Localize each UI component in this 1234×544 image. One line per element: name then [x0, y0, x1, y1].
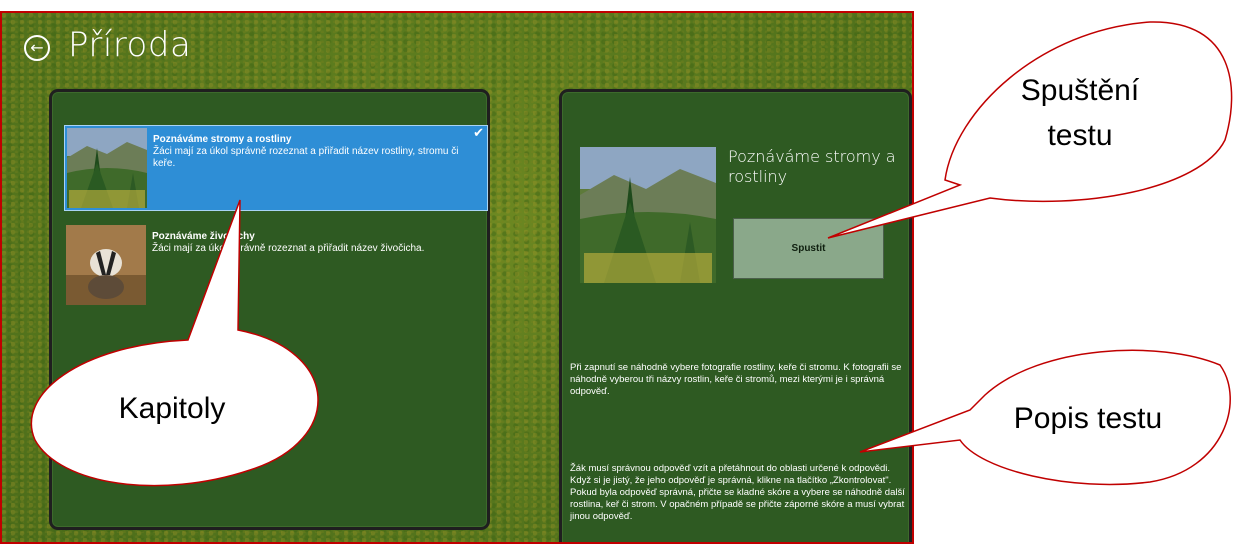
- chapter-title: Poznáváme živočichy: [152, 231, 255, 242]
- chapter-item-animals[interactable]: Poznáváme živočichy Žáci mají za úkol sp…: [64, 223, 488, 309]
- back-arrow-icon[interactable]: ←: [24, 35, 50, 61]
- checkmark-icon: ✔: [473, 126, 484, 141]
- callout-label: Spuštění: [1021, 74, 1140, 107]
- test-description-intro: Při zapnutí se náhodně vybere fotografie…: [570, 362, 902, 397]
- chapter-item-plants[interactable]: Poznáváme stromy a rostliny Žáci mají za…: [64, 125, 488, 211]
- page-title: Příroda: [68, 25, 192, 65]
- forest-image: [580, 147, 716, 283]
- chapter-list-panel: Poznáváme stromy a rostliny Žáci mají za…: [49, 89, 490, 530]
- detail-panel: Poznáváme stromy a rostliny Spustit Při …: [559, 89, 912, 542]
- rules-line: Když si je jistý, že jeho odpověď je spr…: [570, 475, 905, 522]
- callout-label: Popis testu: [1014, 402, 1162, 435]
- forest-image: [67, 128, 147, 208]
- screenshot-stage: ← Příroda Poznáváme stromy a rostliny Žá…: [0, 0, 1234, 544]
- rules-line: Žák musí správnou odpověď vzít a přetáhn…: [570, 463, 891, 474]
- callout-label: testu: [1047, 119, 1112, 152]
- start-button[interactable]: Spustit: [733, 218, 884, 279]
- detail-title: Poznáváme stromy a rostliny: [728, 147, 896, 186]
- chapter-title: Poznáváme stromy a rostliny: [153, 134, 292, 145]
- test-description-rules: Žák musí správnou odpověď vzít a přetáhn…: [570, 463, 910, 523]
- chapter-description: Žáci mají za úkol správně rozeznat a při…: [153, 146, 459, 169]
- callout-popis: Popis testu: [859, 349, 1231, 486]
- app-window: ← Příroda Poznáváme stromy a rostliny Žá…: [0, 11, 914, 544]
- badger-image: [66, 225, 146, 305]
- chapter-description: Žáci mají za úkol správně rozeznat a při…: [152, 243, 425, 254]
